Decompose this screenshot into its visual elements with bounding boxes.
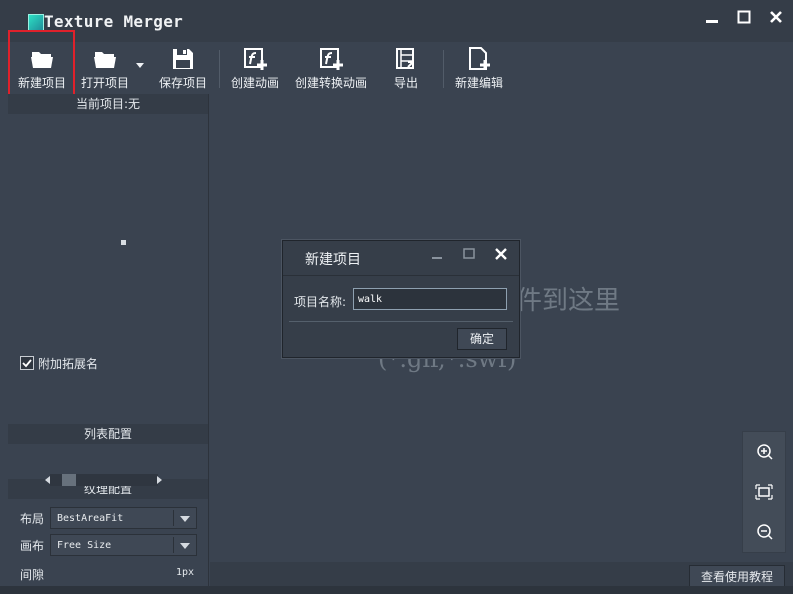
view-tutorial-button[interactable]: 查看使用教程 [689, 565, 785, 587]
create-convert-animation-label: 创建转换动画 [294, 76, 367, 90]
export-button[interactable]: 导出 [386, 44, 426, 92]
fit-button[interactable] [755, 483, 773, 501]
check-icon [22, 359, 32, 368]
layout-select[interactable]: BestAreaFit [50, 507, 197, 529]
dialog-title: 新建项目 [305, 252, 361, 268]
new-file-icon [469, 47, 490, 70]
dialog-divider [289, 321, 513, 322]
toolbar: 新建项目 打开项目 保存项目 创建动画 创建转换动画 导出 新建编辑 [0, 42, 793, 94]
layout-label: 布局 [20, 512, 45, 526]
new-project-dialog: 新建项目 项目名称: 确定 [282, 240, 520, 358]
app-icon [28, 14, 44, 31]
zoom-in-button[interactable] [755, 443, 773, 461]
minimize-icon [432, 257, 442, 259]
new-edit-label: 新建编辑 [454, 76, 503, 90]
new-edit-button[interactable]: 新建编辑 [452, 44, 506, 92]
export-icon [396, 48, 414, 69]
spacing-slider-thumb[interactable] [62, 474, 76, 486]
canvas-value: Free Size [57, 540, 112, 551]
close-icon [495, 248, 507, 260]
current-project-label: 当前项目:无 [75, 97, 141, 111]
open-project-dropdown-icon[interactable] [136, 63, 144, 68]
chevron-down-icon [180, 543, 190, 549]
zoom-in-icon [757, 444, 773, 460]
canvas-label: 画布 [20, 539, 45, 553]
flash-convert-icon [320, 48, 343, 70]
chevron-down-icon [180, 516, 190, 522]
toolbar-separator [219, 50, 220, 88]
append-extension-label: 附加拓展名 [38, 357, 99, 371]
dialog-title-divider [283, 275, 519, 276]
create-animation-label: 创建动画 [230, 76, 279, 90]
texture-merger-window: Texture Merger 新建项目 打开项目 保存项目 创建动画 创建转换动… [0, 0, 793, 594]
list-config-header: 列表配置 [8, 424, 208, 444]
slider-increase-icon[interactable] [157, 476, 162, 484]
ok-button[interactable]: 确定 [457, 328, 507, 350]
zoom-out-icon [757, 524, 773, 540]
create-animation-button[interactable]: 创建动画 [226, 44, 284, 92]
minimize-button[interactable] [698, 8, 726, 30]
project-name-input[interactable] [353, 288, 507, 310]
save-project-label: 保存项目 [158, 76, 207, 90]
spacing-label: 间隙 [20, 568, 45, 582]
save-icon [173, 49, 193, 69]
create-convert-animation-button[interactable]: 创建转换动画 [292, 44, 370, 92]
append-extension-checkbox[interactable] [20, 356, 34, 370]
maximize-icon [737, 10, 751, 24]
save-project-button[interactable]: 保存项目 [156, 44, 210, 92]
dialog-maximize-button[interactable] [455, 245, 483, 267]
layout-value: BestAreaFit [57, 513, 124, 524]
open-project-label: 打开项目 [80, 76, 129, 90]
close-button[interactable] [762, 8, 790, 30]
minimize-icon [706, 20, 718, 23]
open-project-button[interactable]: 打开项目 [76, 44, 134, 92]
title-bar: Texture Merger [0, 0, 793, 43]
list-config-label: 列表配置 [83, 427, 132, 441]
select-divider [173, 510, 174, 526]
dialog-minimize-button[interactable] [423, 245, 451, 267]
toolbar-separator [443, 50, 444, 88]
drop-hint-line1: 件到这里 [516, 286, 621, 316]
folder-icon [94, 52, 116, 68]
zoom-out-button[interactable] [755, 523, 773, 541]
fit-screen-icon [755, 484, 773, 500]
current-project-header: 当前项目:无 [8, 94, 208, 114]
flash-add-icon [244, 48, 267, 70]
project-name-label: 项目名称: [294, 295, 347, 309]
empty-list-marker [121, 240, 126, 245]
maximize-button[interactable] [730, 8, 758, 30]
select-divider [173, 537, 174, 553]
zoom-panel [742, 431, 786, 553]
maximize-icon [463, 248, 475, 259]
close-icon [770, 11, 782, 23]
left-panel: 当前项目:无 列表配置 附加拓展名 纹理配置 布局 BestAreaFit 画布… [8, 94, 209, 586]
spacing-value: 1px [176, 567, 195, 578]
dialog-close-button[interactable] [487, 245, 515, 267]
app-title: Texture Merger [44, 12, 184, 31]
window-bottom-edge [0, 586, 793, 594]
export-label: 导出 [393, 76, 418, 90]
canvas-select[interactable]: Free Size [50, 534, 197, 556]
